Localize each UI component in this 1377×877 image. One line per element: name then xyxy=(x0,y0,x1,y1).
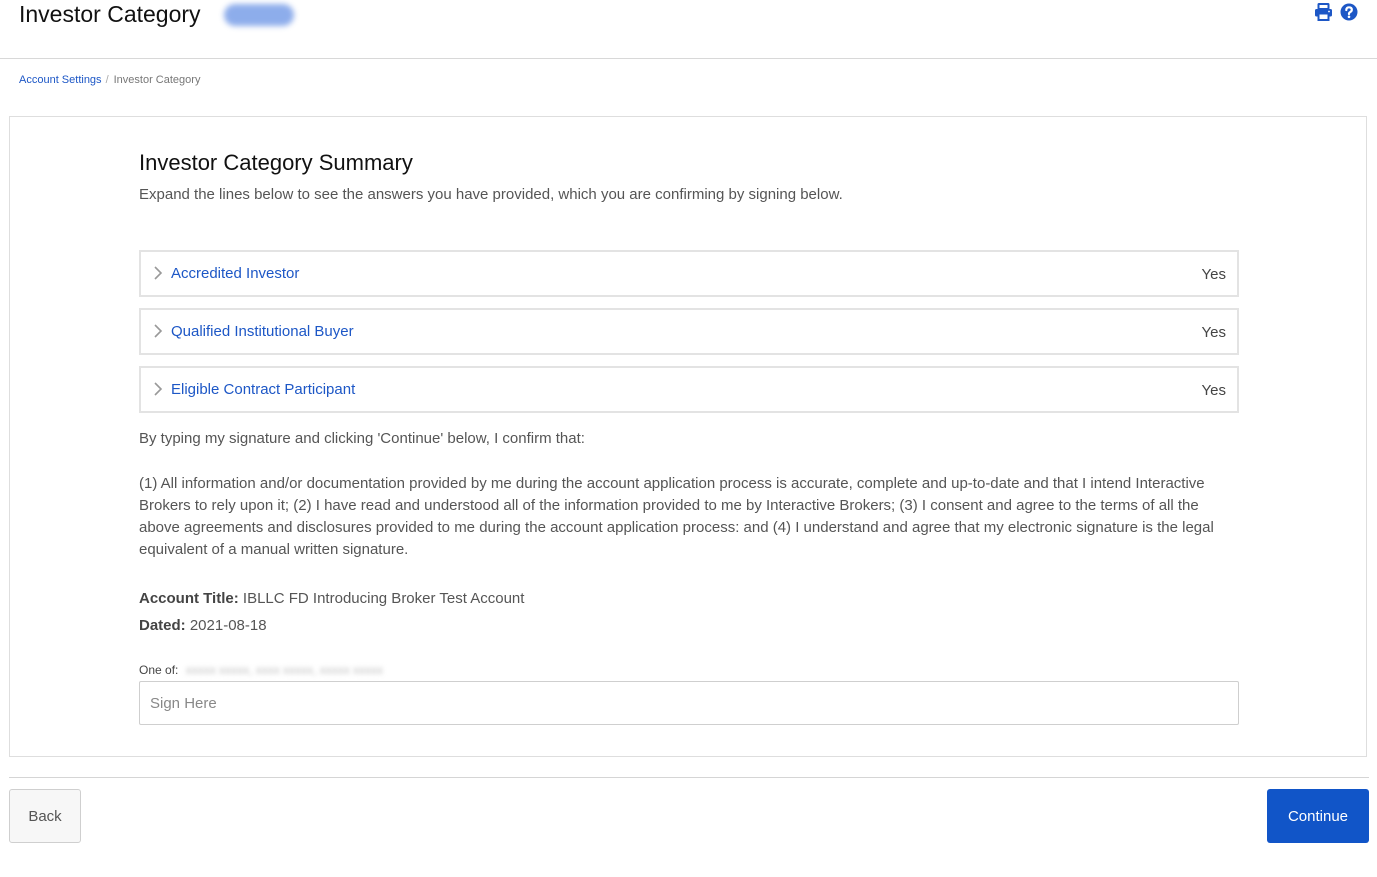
print-icon[interactable] xyxy=(1313,2,1333,22)
breadcrumb-account-settings[interactable]: Account Settings xyxy=(19,74,102,86)
footer-divider xyxy=(9,777,1369,778)
account-title-label: Account Title: xyxy=(139,590,239,607)
account-title-line: Account Title: IBLLC FD Introducing Brok… xyxy=(139,590,524,608)
category-value: Yes xyxy=(1201,382,1226,399)
confirmation-intro: By typing my signature and clicking 'Con… xyxy=(139,430,585,447)
signer-options: One of: xxxxx xxxxx, xxxx xxxxx, xxxxx x… xyxy=(139,663,383,677)
back-button[interactable]: Back xyxy=(9,789,81,843)
category-row-qualified-institutional-buyer[interactable]: Qualified Institutional Buyer Yes xyxy=(139,308,1239,355)
chevron-right-icon xyxy=(154,324,163,338)
account-badge xyxy=(224,4,294,26)
signature-input[interactable] xyxy=(139,681,1239,725)
category-label: Qualified Institutional Buyer xyxy=(171,323,354,340)
category-row-accredited-investor[interactable]: Accredited Investor Yes xyxy=(139,250,1239,297)
category-row-eligible-contract-participant[interactable]: Eligible Contract Participant Yes xyxy=(139,366,1239,413)
breadcrumb-separator: / xyxy=(105,74,109,86)
one-of-label: One of: xyxy=(139,663,179,677)
page-title: Investor Category xyxy=(19,1,201,27)
header-icons xyxy=(1313,2,1359,22)
page-header: Investor Category xyxy=(0,0,1377,59)
breadcrumb-current: Investor Category xyxy=(113,74,201,86)
category-label: Accredited Investor xyxy=(171,265,300,282)
category-value: Yes xyxy=(1201,324,1226,341)
redacted-signer-names: xxxxx xxxxx, xxxx xxxxx, xxxxx xxxxx xyxy=(185,663,384,677)
summary-subtitle: Expand the lines below to see the answer… xyxy=(139,186,843,203)
summary-panel: Investor Category Summary Expand the lin… xyxy=(9,116,1367,757)
category-label: Eligible Contract Participant xyxy=(171,381,356,398)
chevron-right-icon xyxy=(154,266,163,280)
category-value: Yes xyxy=(1201,266,1226,283)
dated-line: Dated: 2021-08-18 xyxy=(139,617,267,635)
breadcrumb: Account Settings / Investor Category xyxy=(19,73,200,87)
summary-title: Investor Category Summary xyxy=(139,150,413,175)
account-title-value: IBLLC FD Introducing Broker Test Account xyxy=(242,590,525,607)
help-icon[interactable] xyxy=(1339,2,1359,22)
confirmation-body: (1) All information and/or documentation… xyxy=(139,475,1214,558)
continue-button[interactable]: Continue xyxy=(1267,789,1369,843)
dated-value: 2021-08-18 xyxy=(189,617,267,634)
chevron-right-icon xyxy=(154,382,163,396)
dated-label: Dated: xyxy=(139,617,186,634)
